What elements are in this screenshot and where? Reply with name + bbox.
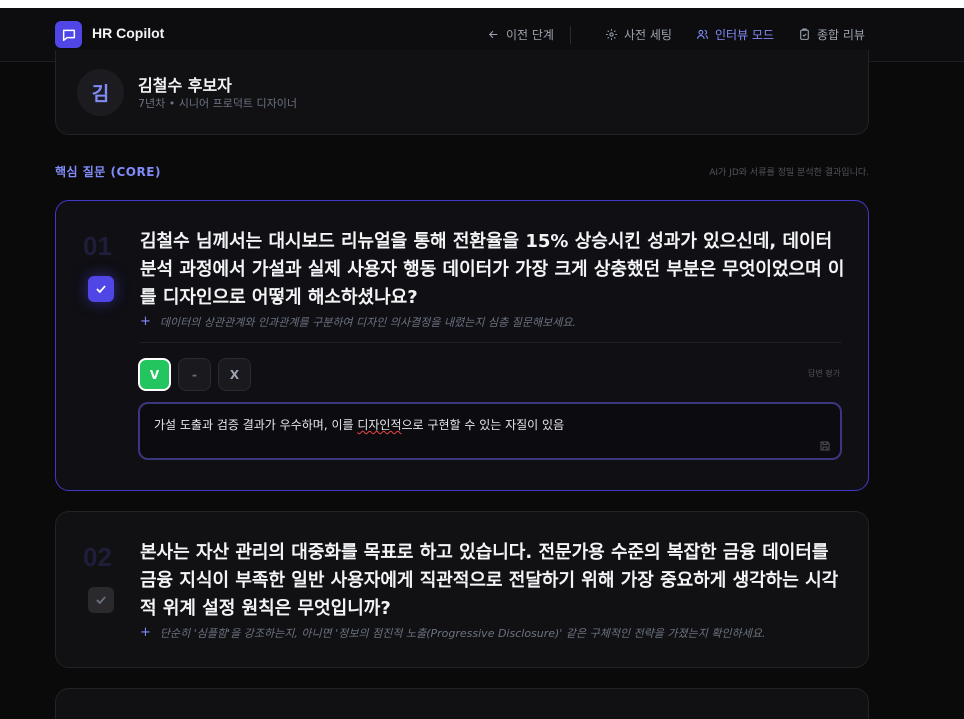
- app-title: HR Copilot: [92, 25, 165, 41]
- question-card-2: 02 본사는 자산 관리의 대중화를 목표로 하고 있습니다. 전문가용 수준의…: [55, 511, 869, 668]
- question-card-3: [55, 688, 869, 719]
- check-icon: [96, 596, 106, 605]
- avatar: 김: [77, 69, 124, 116]
- eval-label: 답변 평가: [808, 369, 840, 378]
- chat-bubble-icon: [55, 21, 82, 48]
- top-strip: [0, 0, 964, 8]
- question-checkbox[interactable]: [88, 587, 114, 613]
- save-icon[interactable]: [819, 440, 831, 452]
- question-hint-text: 데이터의 상관관계와 인과관계를 구분하여 디자인 의사결정을 내렸는지 심층 …: [159, 316, 576, 329]
- tab-pre-setting-label: 사전 세팅: [624, 28, 672, 42]
- users-icon: [697, 29, 708, 39]
- tab-review[interactable]: 종합 리뷰: [798, 26, 865, 43]
- answer-input[interactable]: 가설 도출과 검증 결과가 우수하며, 이를 디자인적으로 구현할 수 있는 자…: [138, 402, 842, 460]
- question-hint-text: 단순히 '심플함'을 강조하는지, 아니면 '정보의 점진적 노출(Progre…: [159, 627, 766, 640]
- gear-icon: [606, 29, 617, 40]
- back-button[interactable]: 이전 단계: [487, 26, 554, 43]
- tab-review-label: 종합 리뷰: [817, 28, 865, 42]
- check-icon: [96, 285, 106, 294]
- section-note: AI가 JD와 서류를 정밀 분석한 결과입니다.: [709, 168, 869, 178]
- question-text: 김철수 님께서는 대시보드 리뉴얼을 통해 전환율을 15% 상승시킨 성과가 …: [140, 231, 845, 308]
- eval-fail-button[interactable]: X: [218, 358, 251, 391]
- tab-interview-mode-label: 인터뷰 모드: [715, 28, 775, 42]
- candidate-card: 김 김철수 후보자 7년차 • 시니어 프로덕트 디자이너: [55, 50, 869, 135]
- question-number: 01: [83, 231, 112, 261]
- plus-icon: +: [140, 625, 151, 640]
- eval-neutral-button[interactable]: -: [178, 358, 211, 391]
- section-title: 핵심 질문 (CORE): [55, 165, 161, 179]
- candidate-subtitle: 7년차 • 시니어 프로덕트 디자이너: [138, 97, 298, 110]
- question-hint: + 데이터의 상관관계와 인과관계를 구분하여 디자인 의사결정을 내렸는지 심…: [140, 314, 576, 330]
- clipboard-icon: [800, 28, 809, 40]
- tab-pre-setting[interactable]: 사전 세팅: [605, 26, 672, 43]
- tab-interview-mode[interactable]: 인터뷰 모드: [696, 26, 774, 43]
- nav-divider: [570, 26, 571, 44]
- eval-pass-button[interactable]: V: [138, 358, 171, 391]
- question-card-1: 01 김철수 님께서는 대시보드 리뉴얼을 통해 전환율을 15% 상승시킨 성…: [55, 200, 869, 491]
- candidate-name: 김철수 후보자: [138, 76, 232, 95]
- question-number: 02: [83, 542, 112, 572]
- plus-icon: +: [140, 314, 151, 329]
- question-hint: + 단순히 '심플함'을 강조하는지, 아니면 '정보의 점진적 노출(Prog…: [140, 625, 766, 641]
- question-checkbox[interactable]: [88, 276, 114, 302]
- back-label: 이전 단계: [506, 28, 554, 42]
- arrow-left-icon: [488, 30, 498, 39]
- answer-text: 가설 도출과 검증 결과가 우수하며, 이를 디자인적으로 구현할 수 있는 자…: [154, 418, 565, 432]
- question-text: 본사는 자산 관리의 대중화를 목표로 하고 있습니다. 전문가용 수준의 복잡…: [140, 542, 839, 619]
- divider: [140, 342, 842, 343]
